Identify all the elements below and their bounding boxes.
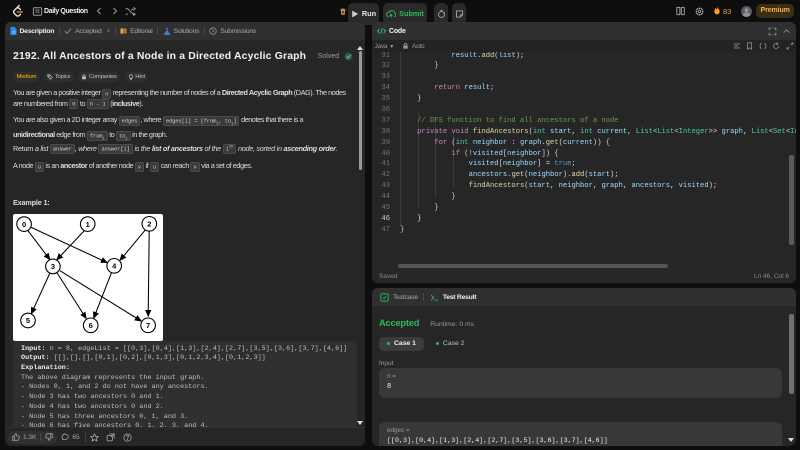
svg-text:6: 6	[89, 321, 93, 330]
svg-text:2: 2	[147, 220, 151, 229]
svg-text:7: 7	[146, 321, 150, 330]
svg-text:5: 5	[26, 316, 30, 325]
svg-text:1: 1	[86, 220, 90, 229]
svg-text:0: 0	[22, 220, 26, 229]
svg-text:3: 3	[51, 262, 55, 271]
